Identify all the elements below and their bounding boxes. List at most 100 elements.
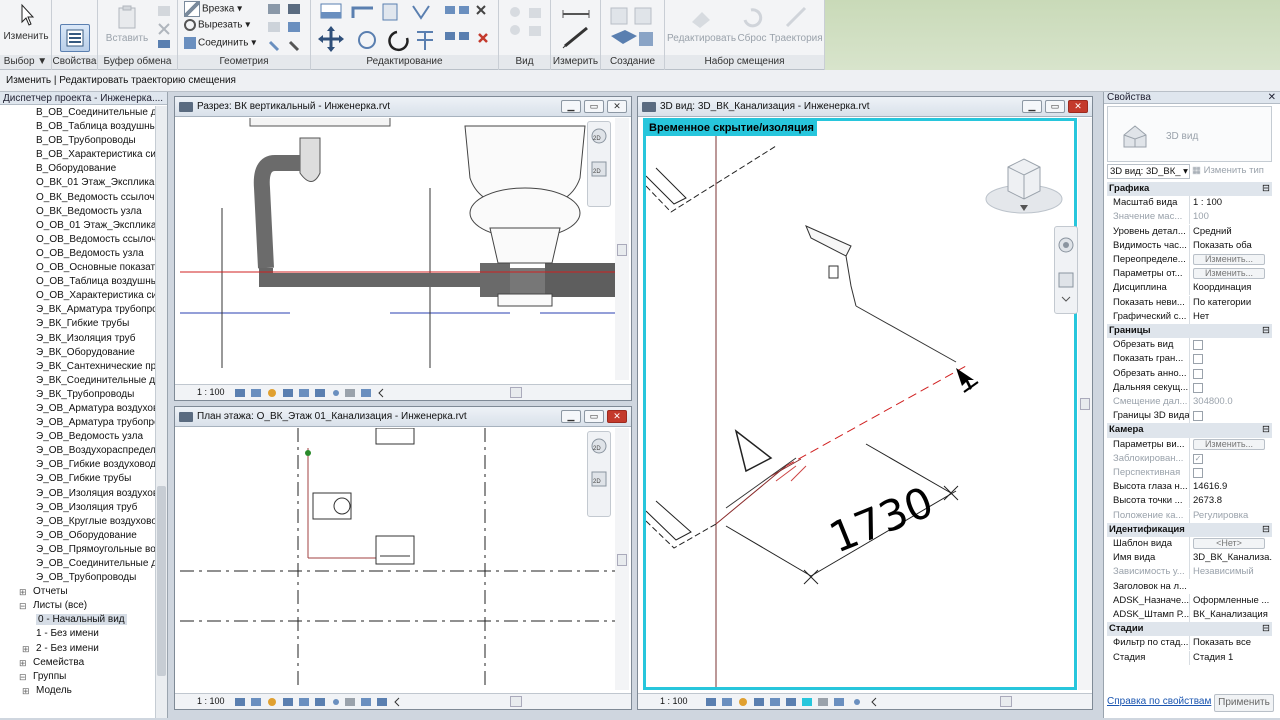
view-scale[interactable]: 1 : 100 bbox=[197, 696, 225, 706]
create-tool-icons[interactable] bbox=[607, 4, 659, 50]
browser-tree-item[interactable]: Э_ОВ_Воздухораспределит bbox=[0, 444, 156, 458]
browser-tree-item[interactable]: О_ОВ_Ведомость узла bbox=[0, 247, 156, 261]
browser-tree-item[interactable]: ⊟ Листы (все) bbox=[0, 599, 156, 613]
property-value[interactable]: Показать все bbox=[1189, 636, 1272, 651]
properties-help-link[interactable]: Справка по свойствам bbox=[1107, 696, 1211, 707]
property-value[interactable]: 304800.0 bbox=[1189, 395, 1272, 409]
browser-tree-item[interactable]: О_ОВ_Ведомость ссылочны bbox=[0, 233, 156, 247]
browser-tree-item[interactable]: ⊞ 2 - Без имени bbox=[0, 642, 156, 656]
property-value[interactable]: 1 : 100 bbox=[1189, 196, 1272, 211]
property-row[interactable]: Масштаб вида 1 : 100 bbox=[1107, 196, 1272, 211]
property-value[interactable]: 3D_ВК_Канализа... bbox=[1189, 551, 1272, 566]
property-checkbox[interactable] bbox=[1193, 354, 1203, 365]
property-row[interactable]: Стадия Стадия 1 bbox=[1107, 650, 1272, 665]
property-value[interactable]: Координация bbox=[1189, 281, 1272, 296]
measure-icon[interactable] bbox=[559, 4, 595, 50]
browser-tree-item[interactable]: Э_ОВ_Прямоугольные возд bbox=[0, 543, 156, 557]
section-drawing-canvas[interactable] bbox=[180, 118, 615, 380]
trajectory-button[interactable]: Траектория bbox=[769, 4, 823, 44]
property-row[interactable]: Фильтр по стад... Показать все bbox=[1107, 636, 1272, 651]
property-row[interactable]: Обрезать вид bbox=[1107, 338, 1272, 356]
dimension-label[interactable]: 1730 bbox=[823, 477, 940, 562]
properties-toggle-button[interactable] bbox=[60, 24, 90, 52]
browser-tree-item[interactable]: В_Оборудование bbox=[0, 162, 156, 176]
reset-button[interactable]: Сброс bbox=[735, 4, 769, 44]
browser-tree-item[interactable]: ⊞ Модель bbox=[0, 684, 156, 698]
browser-tree-item[interactable]: О_ВК_01 Этаж_Экспликаци bbox=[0, 176, 156, 190]
3d-navigation-bar[interactable] bbox=[1054, 226, 1078, 314]
view-scale[interactable]: 1 : 100 bbox=[660, 696, 688, 706]
browser-tree-item[interactable]: Э_ОВ_Арматура трубопров bbox=[0, 416, 156, 430]
property-row[interactable]: ADSK_Штамп Р... ВК_Канализация bbox=[1107, 608, 1272, 622]
property-checkbox[interactable]: ✓ bbox=[1193, 453, 1203, 464]
property-checkbox[interactable] bbox=[1193, 340, 1203, 351]
property-row[interactable]: Заблокирован... ✓ bbox=[1107, 451, 1272, 466]
property-row[interactable]: Шаблон вида <Нет> bbox=[1107, 537, 1272, 551]
cut-button[interactable]: Вырезать ▾ bbox=[184, 19, 250, 31]
property-value[interactable]: ВК_Канализация bbox=[1189, 608, 1272, 622]
3d-view-window[interactable]: 3D вид: 3D_ВК_Канализация - Инженерка.rv… bbox=[637, 96, 1093, 710]
property-row[interactable]: ADSK_Назначе... Оформленные ... bbox=[1107, 593, 1272, 608]
property-row[interactable]: Имя вида 3D_ВК_Канализа... bbox=[1107, 551, 1272, 566]
property-value[interactable]: 100 bbox=[1189, 210, 1272, 225]
property-row[interactable]: Смещение дал... 304800.0 bbox=[1107, 395, 1272, 409]
expand-icon[interactable]: ⊞ bbox=[19, 656, 27, 670]
property-row[interactable]: Видимость час... Показать оба bbox=[1107, 238, 1272, 253]
property-row[interactable]: Переопределе... Изменить... bbox=[1107, 253, 1272, 267]
browser-tree-item[interactable]: Э_ОВ_Изоляция труб bbox=[0, 501, 156, 515]
browser-tree-item[interactable]: Э_ОВ_Круглые воздуховоды bbox=[0, 515, 156, 529]
property-row[interactable]: Перспективная bbox=[1107, 466, 1272, 483]
browser-tree-item[interactable]: В_ОВ_Характеристика сист bbox=[0, 148, 156, 162]
property-value[interactable]: Показать оба bbox=[1189, 238, 1272, 253]
plan-hscroll-thumb[interactable] bbox=[510, 696, 522, 707]
browser-tree-item[interactable]: О_ВК_Ведомость узла bbox=[0, 205, 156, 219]
expand-icon[interactable]: ⊞ bbox=[19, 585, 27, 599]
property-row[interactable]: Обрезать анно... bbox=[1107, 366, 1272, 384]
property-edit-button[interactable]: Изменить... bbox=[1193, 438, 1265, 450]
section-vscroll[interactable] bbox=[615, 118, 629, 380]
browser-tree-item[interactable]: Э_ОВ_Трубопроводы bbox=[0, 571, 156, 585]
browser-tree-item[interactable]: Э_ВК_Оборудование bbox=[0, 346, 156, 360]
browser-tree-item[interactable]: Э_ОВ_Изоляция воздухово, bbox=[0, 487, 156, 501]
browser-tree-item[interactable]: О_ОВ_Характеристика сист bbox=[0, 289, 156, 303]
browser-tree-item[interactable]: 1 - Без имени bbox=[0, 627, 156, 641]
browser-tree-item[interactable]: Э_ОВ_Гибкие трубы bbox=[0, 472, 156, 486]
edit-offset-button[interactable]: Редактировать bbox=[667, 4, 736, 44]
type-selector[interactable]: 3D вид bbox=[1107, 106, 1272, 162]
browser-tree-item[interactable]: Э_ВК_Арматура трубопрово bbox=[0, 303, 156, 317]
property-section-header[interactable]: Графика ⊟ bbox=[1107, 182, 1272, 197]
collapse-icon[interactable]: ⊟ bbox=[1262, 523, 1270, 537]
property-value[interactable]: Оформленные ... bbox=[1189, 593, 1272, 608]
property-checkbox[interactable] bbox=[1193, 382, 1203, 393]
expand-icon[interactable]: ⊞ bbox=[22, 684, 30, 698]
property-row[interactable]: Показать гран... bbox=[1107, 352, 1272, 370]
edit-type-button[interactable]: ▦ Изменить тип bbox=[1192, 164, 1274, 179]
property-section-header[interactable]: Идентификация ⊟ bbox=[1107, 522, 1272, 537]
property-row[interactable]: Графический с... Нет bbox=[1107, 309, 1272, 324]
property-edit-button[interactable]: Изменить... bbox=[1193, 254, 1265, 265]
modify-button[interactable]: Изменить bbox=[2, 2, 50, 42]
apply-button[interactable]: Применить bbox=[1214, 694, 1274, 712]
property-row[interactable]: Заголовок на л... bbox=[1107, 580, 1272, 594]
browser-tree-item[interactable]: Э_ВК_Соединительные дета bbox=[0, 374, 156, 388]
browser-tree-item[interactable]: ⊟ Группы bbox=[0, 670, 156, 684]
edit-tool-icons[interactable] bbox=[317, 2, 495, 54]
view-tool-icons[interactable] bbox=[505, 4, 545, 50]
minimize-button[interactable]: ▁ bbox=[1022, 100, 1042, 113]
property-section-header[interactable]: Камера ⊟ bbox=[1107, 423, 1272, 438]
close-button[interactable]: ✕ bbox=[607, 100, 627, 113]
property-edit-button[interactable]: <Нет> bbox=[1193, 538, 1265, 549]
maximize-button[interactable]: ▭ bbox=[584, 410, 604, 423]
3d-hscroll-thumb[interactable] bbox=[1000, 696, 1012, 707]
browser-tree-item[interactable]: ⊞ Отчеты bbox=[0, 585, 156, 599]
plan-view-titlebar[interactable]: План этажа: О_ВК_Этаж 01_Канализация - И… bbox=[175, 407, 631, 427]
collapse-icon[interactable]: ⊟ bbox=[19, 670, 27, 684]
section-view-titlebar[interactable]: Разрез: ВК вертикальный - Инженерка.rvt … bbox=[175, 97, 631, 117]
browser-tree-item[interactable]: Э_ОВ_Гибкие воздуховоды bbox=[0, 458, 156, 472]
property-row[interactable]: Положение ка... Регулировка bbox=[1107, 508, 1272, 523]
property-checkbox[interactable] bbox=[1193, 468, 1203, 478]
property-value[interactable]: Средний bbox=[1189, 224, 1272, 239]
view-control-icons[interactable] bbox=[233, 387, 413, 399]
browser-tree-item[interactable]: ⊞ Семейства bbox=[0, 656, 156, 670]
property-value[interactable]: Стадия 1 bbox=[1189, 650, 1272, 665]
